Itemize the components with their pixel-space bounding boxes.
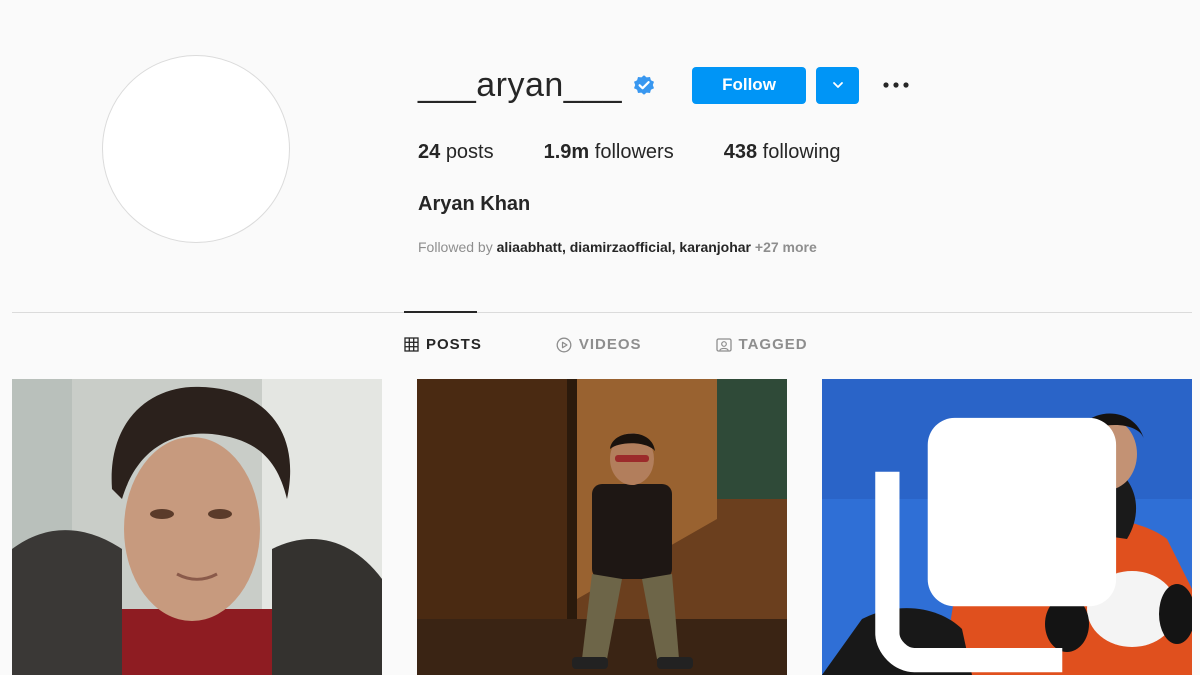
verified-badge-icon [632, 73, 656, 97]
more-options-icon [883, 82, 909, 88]
following-stat-link[interactable]: 438 following [724, 141, 841, 164]
post-thumbnail[interactable] [12, 379, 382, 675]
profile-username: ___aryan___ [418, 65, 623, 104]
grid-icon [404, 337, 419, 352]
followed-by-more: +27 more [754, 239, 817, 255]
profile-page: ___aryan___ Follow 24 posts 1.9m followe… [0, 0, 1200, 675]
play-circle-icon [556, 337, 572, 352]
post-image-room [417, 379, 787, 675]
tagged-icon [715, 337, 732, 352]
following-count: 438 [723, 141, 758, 163]
posts-label: posts [445, 141, 494, 163]
tab-posts[interactable]: POSTS [404, 336, 482, 353]
posts-count-stat: 24 posts [418, 141, 494, 164]
followed-by-prefix: Followed by [418, 239, 493, 255]
profile-avatar[interactable] [102, 55, 290, 243]
chevron-down-icon [832, 82, 843, 88]
suggested-accounts-dropdown-button[interactable] [816, 66, 860, 104]
follow-button[interactable]: Follow [692, 66, 807, 104]
followers-count: 1.9m [543, 141, 590, 163]
followers-label: followers [594, 141, 674, 163]
more-options-button[interactable] [881, 70, 911, 100]
carousel-multiple-icon [875, 417, 1117, 673]
profile-stats: 24 posts 1.9m followers 438 following [418, 141, 890, 164]
following-label: following [762, 141, 841, 163]
profile-title-row: ___aryan___ Follow [418, 62, 911, 108]
profile-tabs: POSTS VIDEOS TAGGED [404, 336, 882, 353]
followed-by-names: aliaabhatt, diamirzaofficial, karanjohar [496, 239, 752, 255]
followers-stat-link[interactable]: 1.9m followers [544, 141, 674, 164]
tab-videos-label: VIDEOS [578, 336, 642, 353]
tab-tagged[interactable]: TAGGED [715, 336, 808, 353]
tab-posts-label: POSTS [426, 336, 482, 353]
post-thumbnail[interactable] [822, 379, 1192, 675]
followed-by-link[interactable]: Followed by aliaabhatt, diamirzaofficial… [418, 239, 817, 255]
post-thumbnail[interactable] [417, 379, 787, 675]
posts-count: 24 [418, 141, 441, 163]
profile-full-name: Aryan Khan [418, 193, 531, 215]
tabs-divider [12, 312, 1192, 313]
posts-grid [12, 379, 1192, 675]
active-tab-indicator [404, 311, 477, 313]
tab-tagged-label: TAGGED [738, 336, 808, 353]
tab-videos[interactable]: VIDEOS [556, 336, 642, 353]
post-image-portrait [12, 379, 382, 675]
